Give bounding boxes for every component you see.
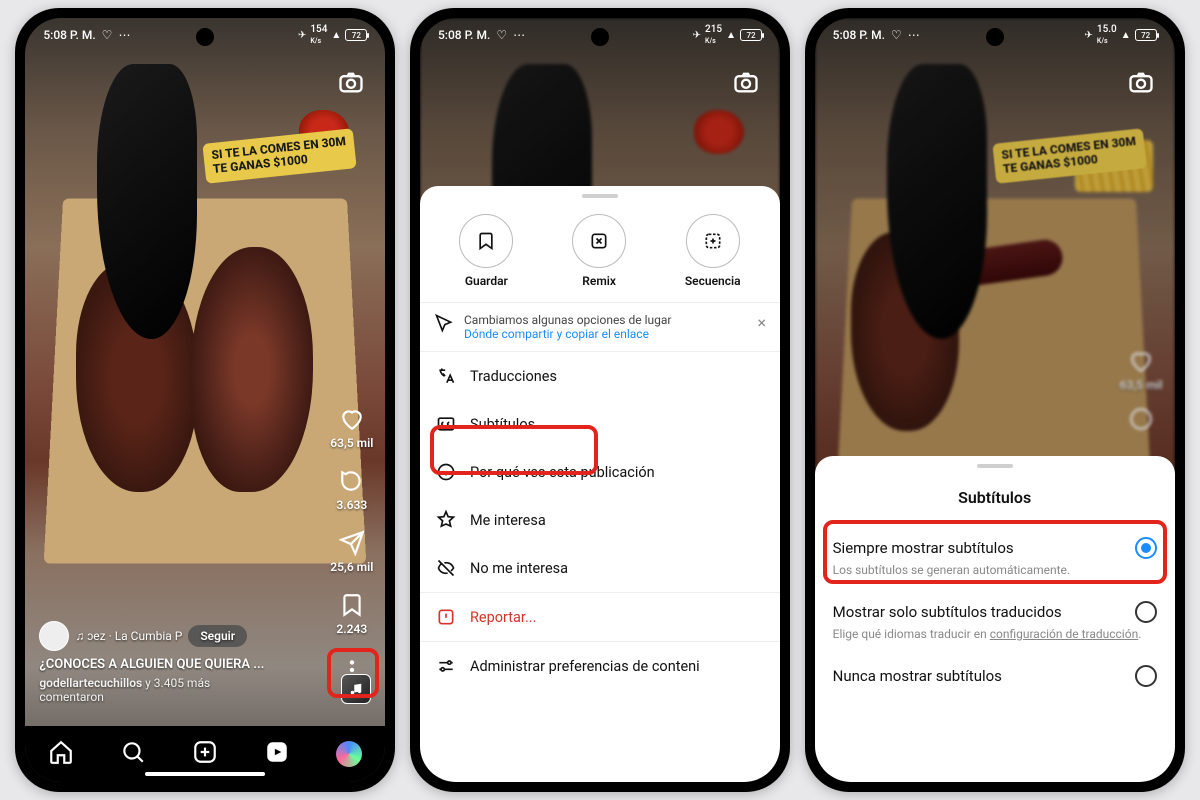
status-time: 5:08 P. M.: [43, 28, 95, 42]
phone-2: 5:08 P. M. ♡⋯ ✈ 215K/s ▲ 72: [410, 8, 790, 792]
like-button[interactable]: 63,5 mil: [1120, 348, 1163, 392]
audio-badge[interactable]: [341, 674, 371, 704]
nav-profile[interactable]: [336, 741, 362, 767]
camera-icon[interactable]: [1127, 68, 1155, 96]
subtitle-option-translated[interactable]: Mostrar solo subtítulos traducidos Elige…: [815, 589, 1175, 653]
eye-off-icon: [436, 558, 456, 578]
star-icon: [436, 510, 456, 530]
reel-caption[interactable]: ¿CONOCES A ALGUIEN QUE QUIERA ...: [39, 657, 315, 672]
menu-manage-prefs[interactable]: Administrar preferencias de conteni: [420, 641, 780, 690]
nav-search[interactable]: [120, 739, 146, 769]
nav-home[interactable]: [48, 739, 74, 769]
translate-icon: [436, 366, 456, 386]
save-count: 2.243: [336, 622, 367, 636]
camera-icon[interactable]: [732, 68, 760, 96]
action-remix[interactable]: Remix: [572, 214, 626, 288]
like-button[interactable]: 63,5 mil: [330, 406, 373, 450]
action-sequence[interactable]: Secuencia: [685, 214, 741, 288]
subtitle-option-always[interactable]: Siempre mostrar subtítulos Los subtítulo…: [815, 525, 1175, 589]
save-button[interactable]: 2.243: [336, 592, 367, 636]
gesture-bar: [145, 772, 265, 776]
info-icon: [436, 462, 456, 482]
menu-not-interested[interactable]: No me interesa: [420, 544, 780, 592]
radio-unselected[interactable]: [1135, 665, 1157, 687]
battery-icon: 72: [345, 29, 367, 41]
like-count: 63,5 mil: [330, 436, 373, 450]
comments-summary[interactable]: godellartecuchillos y 3.405 más comentar…: [39, 676, 315, 704]
menu-report[interactable]: Reportar...: [420, 592, 780, 641]
sheet-title: Subtítulos: [815, 478, 1175, 525]
nav-reels[interactable]: [264, 739, 290, 769]
options-sheet: Guardar Remix Secuencia Cambiamos alguna…: [420, 186, 780, 782]
sheet-handle[interactable]: [582, 194, 618, 198]
notice-link[interactable]: Dónde compartir y copiar el enlace: [464, 327, 671, 341]
action-rail: 63,5 mil 3.633 25,6 mil 2.243: [330, 406, 373, 686]
radio-unselected[interactable]: [1135, 601, 1157, 623]
nav-create[interactable]: [192, 739, 218, 769]
menu-why[interactable]: Por qué ves esta publicación: [420, 448, 780, 496]
cursor-icon: [434, 313, 454, 333]
author-avatar[interactable]: [39, 621, 69, 651]
menu-translations[interactable]: Traducciones: [420, 352, 780, 400]
wifi-icon: ▲: [331, 30, 341, 41]
action-save[interactable]: Guardar: [459, 214, 513, 288]
notice-close[interactable]: ×: [757, 313, 766, 332]
subtitles-sheet: Subtítulos Siempre mostrar subtítulos Lo…: [815, 456, 1175, 782]
more-status-icon: ⋯: [118, 28, 130, 42]
cc-icon: [436, 414, 456, 434]
menu-interested[interactable]: Me interesa: [420, 496, 780, 544]
radio-selected[interactable]: [1135, 537, 1157, 559]
hr-icon: ♡: [102, 28, 113, 42]
report-icon: [436, 607, 456, 627]
music-label[interactable]: ♫ ɔez · La Cumbia P: [75, 629, 182, 643]
subtitle-option-never[interactable]: Nunca mostrar subtítulos: [815, 653, 1175, 699]
comment-count: 3.633: [336, 498, 367, 512]
phone-1: 5:08 P. M. ♡ ⋯ ✈ 154K/s ▲ 72 SI TE LA CO…: [15, 8, 395, 792]
sliders-icon: [436, 656, 456, 676]
translation-settings-link[interactable]: configuración de traducción: [990, 627, 1139, 641]
comment-button[interactable]: 3.633: [336, 468, 367, 512]
menu-subtitles[interactable]: Subtítulos: [420, 400, 780, 448]
share-button[interactable]: 25,6 mil: [330, 530, 373, 574]
phone-3: 5:08 P. M. ♡⋯ ✈ 15.0K/s ▲ 72 SI TE LA CO…: [805, 8, 1185, 792]
follow-button[interactable]: Seguir: [188, 625, 247, 647]
caption-area: ♫ ɔez · La Cumbia P Seguir ¿CONOCES A AL…: [39, 621, 315, 704]
notice-banner: Cambiamos algunas opciones de lugar Dónd…: [420, 302, 780, 352]
comment-button[interactable]: [1128, 406, 1154, 432]
sheet-handle[interactable]: [977, 464, 1013, 468]
share-count: 25,6 mil: [330, 560, 373, 574]
action-rail: 63,5 mil: [1120, 348, 1163, 432]
camera-icon[interactable]: [337, 68, 365, 96]
